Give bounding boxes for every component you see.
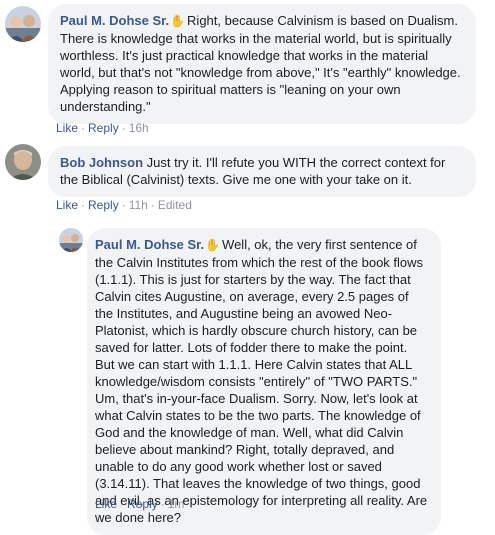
avatar[interactable] bbox=[5, 6, 41, 42]
comment-timestamp[interactable]: 1m bbox=[168, 497, 185, 511]
avatar[interactable] bbox=[59, 228, 83, 252]
profile-photo-icon bbox=[5, 6, 41, 42]
separator: · bbox=[81, 121, 86, 135]
separator: · bbox=[120, 497, 125, 511]
like-button[interactable]: Like bbox=[95, 497, 117, 511]
comment-actions: Like · Reply · 1m bbox=[95, 497, 184, 511]
comment-text: Right, because Calvinism is based on Dua… bbox=[60, 13, 461, 114]
profile-photo-icon bbox=[59, 228, 83, 252]
like-button[interactable]: Like bbox=[56, 198, 78, 212]
comment-bubble: Bob Johnson Just try it. I'll refute you… bbox=[48, 146, 476, 197]
profile-photo-icon bbox=[5, 144, 41, 180]
waving-hand-icon: ✋ bbox=[170, 14, 186, 28]
comment-author[interactable]: Paul M. Dohse Sr. bbox=[60, 13, 169, 28]
like-button[interactable]: Like bbox=[56, 121, 78, 135]
edited-label[interactable]: Edited bbox=[158, 198, 192, 212]
comment-author[interactable]: Bob Johnson bbox=[60, 155, 143, 170]
comment-actions: Like · Reply · 11h · Edited bbox=[56, 198, 192, 212]
comment-author[interactable]: Paul M. Dohse Sr. bbox=[95, 237, 204, 252]
avatar[interactable] bbox=[5, 144, 41, 180]
comment-text: Well, ok, the very first sentence of the… bbox=[95, 237, 428, 525]
reply-button[interactable]: Reply bbox=[127, 497, 158, 511]
separator: · bbox=[121, 121, 126, 135]
comment-actions: Like · Reply · 16h bbox=[56, 121, 149, 135]
separator: · bbox=[160, 497, 165, 511]
separator: · bbox=[150, 198, 155, 212]
comment-timestamp[interactable]: 16h bbox=[129, 121, 149, 135]
reply-button[interactable]: Reply bbox=[88, 198, 119, 212]
comment-bubble: Paul M. Dohse Sr.✋ Right, because Calvini… bbox=[48, 4, 476, 124]
comment-timestamp[interactable]: 11h bbox=[129, 198, 148, 212]
comment-bubble: Paul M. Dohse Sr.✋ Well, ok, the very fir… bbox=[87, 228, 441, 535]
reply-button[interactable]: Reply bbox=[88, 121, 119, 135]
separator: · bbox=[81, 198, 86, 212]
separator: · bbox=[121, 198, 126, 212]
waving-hand-icon: ✋ bbox=[205, 238, 221, 252]
